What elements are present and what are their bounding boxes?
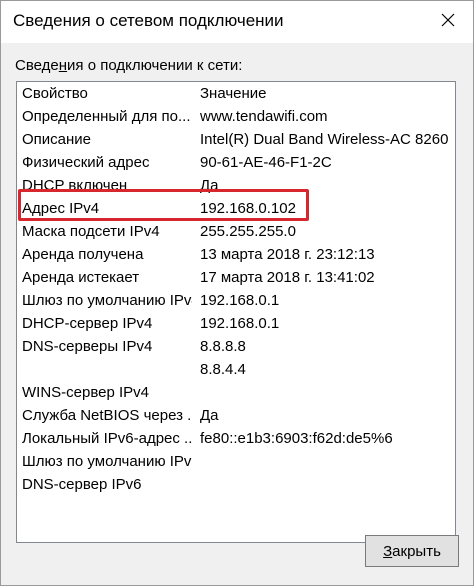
window-close-button[interactable] [425,1,471,39]
property-cell: Шлюз по умолчанию IPv4 [22,292,192,309]
table-row[interactable]: Маска подсети IPv4 255.255.255.0 [17,220,455,243]
value-cell: 255.255.255.0 [200,223,296,240]
property-cell: Физический адрес [22,154,150,171]
table-row[interactable]: Определенный для по... www.tendawifi.com [17,105,455,128]
property-cell: Маска подсети IPv4 [22,223,160,240]
property-cell: DNS-серверы IPv4 [22,338,153,355]
value-cell: 17 марта 2018 г. 13:41:02 [200,269,375,286]
value-cell: Да [200,177,219,194]
property-cell: DHCP-сервер IPv4 [22,315,153,332]
value-cell: 8.8.8.8 [200,338,246,355]
property-cell: Адрес IPv4 [22,200,100,217]
value-cell: Intel(R) Dual Band Wireless-AC 8260 [200,131,449,148]
property-cell: Описание [22,131,92,148]
column-header-property[interactable]: Свойство [22,85,192,103]
property-cell: Шлюз по умолчанию IPv6 [22,453,192,470]
table-row-ipv4-address[interactable]: Адрес IPv4 192.168.0.102 [17,197,455,220]
title-bar: Сведения о сетевом подключении [1,1,473,43]
value-cell: 90-61-AE-46-F1-2C [200,154,332,171]
close-button-accel: З [383,542,393,560]
table-row[interactable]: DNS-сервер IPv6 [17,473,455,496]
table-row[interactable]: Локальный IPv6-адрес ... fe80::e1b3:6903… [17,427,455,450]
table-row[interactable]: Описание Intel(R) Dual Band Wireless-AC … [17,128,455,151]
close-button[interactable]: Закрыть [365,535,459,567]
close-x-icon [441,13,455,27]
value-cell: 192.168.0.1 [200,315,280,332]
network-connection-details-dialog: Сведения о сетевом подключении Сведения … [0,0,474,586]
table-row[interactable]: Шлюз по умолчанию IPv4 192.168.0.1 [17,289,455,312]
property-cell: Аренда истекает [22,269,140,286]
value-cell: 192.168.0.102 [200,200,296,217]
property-cell: DHCP включен [22,177,128,194]
table-row[interactable]: Аренда истекает 17 марта 2018 г. 13:41:0… [17,266,455,289]
table-row[interactable]: WINS-сервер IPv4 [17,381,455,404]
property-cell: WINS-сервер IPv4 [22,384,150,401]
value-cell: 13 марта 2018 г. 23:12:13 [200,246,375,263]
list-header: Свойство Значение [17,82,455,105]
property-cell: Определенный для по... [22,108,191,125]
value-cell: fe80::e1b3:6903:f62d:de5%6 [200,430,393,447]
property-cell: Аренда получена [22,246,144,263]
window-title: Сведения о сетевом подключении [13,11,284,30]
value-cell: www.tendawifi.com [200,108,328,125]
property-cell: DNS-сервер IPv6 [22,476,142,493]
dialog-body: Сведения о подключении к сети: Свойство … [1,43,473,585]
column-header-value[interactable]: Значение [200,85,452,103]
value-cell-secondary: 8.8.4.4 [200,361,246,378]
table-row[interactable]: DHCP-сервер IPv4 192.168.0.1 [17,312,455,335]
table-row[interactable]: Аренда получена 13 марта 2018 г. 23:12:1… [17,243,455,266]
table-row[interactable]: Физический адрес 90-61-AE-46-F1-2C [17,151,455,174]
connection-details-label: Сведения о подключении к сети: [15,57,243,74]
close-button-label: акрыть [392,542,441,560]
value-cell: 192.168.0.1 [200,292,280,309]
value-cell: Да [200,407,219,424]
table-row[interactable]: Шлюз по умолчанию IPv6 [17,450,455,473]
table-row-dns-servers[interactable]: DNS-серверы IPv4 8.8.8.8 8.8.4.4 [17,335,455,381]
table-row[interactable]: DHCP включен Да [17,174,455,197]
details-list-view[interactable]: Свойство Значение Определенный для по...… [16,81,456,543]
property-cell: Локальный IPv6-адрес ... [22,430,192,447]
property-cell: Служба NetBIOS через ... [22,407,192,424]
table-row[interactable]: Служба NetBIOS через ... Да [17,404,455,427]
